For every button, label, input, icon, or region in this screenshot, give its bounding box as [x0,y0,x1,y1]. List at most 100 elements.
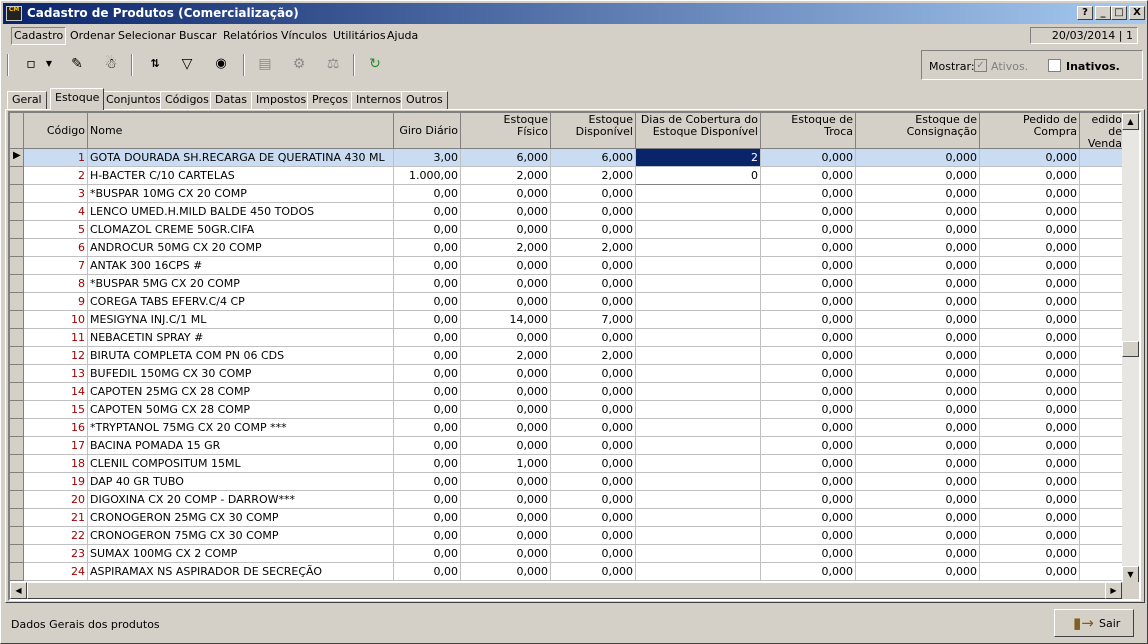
products-grid[interactable]: Código Nome Giro Diário Estoque Físico Estoq… [8,111,1141,601]
delete-icon[interactable]: ☃ [99,53,123,75]
value-cell[interactable]: 0,000 [856,311,980,329]
value-cell[interactable]: 0,00 [394,473,461,491]
value-cell[interactable]: 0,00 [394,239,461,257]
value-cell[interactable]: 0,00 [394,329,461,347]
table-row[interactable]: 11 NEBACETIN SPRAY #0,00 0,000 0,000 0,000 0,… [10,329,1125,347]
value-cell[interactable]: 0,000 [856,347,980,365]
value-cell[interactable] [636,455,761,473]
value-cell[interactable]: 0,000 [856,509,980,527]
table-row[interactable]: 6 ANDROCUR 50MG CX 20 COMP 0,00 2,000 2,000 0… [10,239,1125,257]
value-cell[interactable]: 0,000 [980,167,1080,185]
dropdown-arrow-icon[interactable]: ▼ [43,53,55,75]
product-code-cell[interactable]: 23 [24,545,88,563]
value-cell[interactable]: 0,000 [461,365,551,383]
table-row[interactable]: 2 H-BACTER C/10 CARTELAS 1.000,00 2,000 2,00… [10,167,1125,185]
value-cell[interactable] [1080,167,1125,185]
close-button[interactable]: X [1129,6,1145,20]
product-code-cell[interactable]: 3 [24,185,88,203]
table-row[interactable]: 9 COREGA TABS EFERV.C/4 CP 0,00 0,000 0,000 0… [10,293,1125,311]
value-cell[interactable] [1080,185,1125,203]
title-bar[interactable]: CM Cadastro de Produtos (Comercialização… [3,3,1146,24]
product-name-cell[interactable]: DAP 40 GR TUBO [88,473,394,491]
vertical-scrollbar[interactable]: ▲ ▼ [1122,113,1139,583]
value-cell[interactable]: 0,000 [761,275,856,293]
value-cell[interactable]: 0,000 [461,545,551,563]
vertical-scroll-thumb[interactable] [1122,341,1139,357]
value-cell[interactable] [636,401,761,419]
value-cell[interactable]: 0,000 [856,275,980,293]
menu-ordenar[interactable]: Ordenar [70,29,115,42]
value-cell[interactable]: 0,000 [551,383,636,401]
value-cell[interactable]: 2,000 [461,347,551,365]
value-cell[interactable]: 0,000 [461,203,551,221]
value-cell[interactable]: 0,00 [394,203,461,221]
table-row[interactable]: 19 DAP 40 GR TUBO 0,00 0,000 0,000 0,000 0,000… [10,473,1125,491]
value-cell[interactable] [1080,239,1125,257]
sort-az-icon[interactable]: ⇅ [143,53,167,75]
value-cell[interactable] [1080,545,1125,563]
product-code-cell[interactable]: 1 [24,149,88,167]
value-cell[interactable]: 2,000 [461,239,551,257]
product-name-cell[interactable]: ANTAK 300 16CPS # [88,257,394,275]
value-cell[interactable]: 0,000 [761,329,856,347]
value-cell[interactable]: 0,000 [761,149,856,167]
value-cell[interactable]: 7,000 [551,311,636,329]
table-row[interactable]: 20 DIGOXINA CX 20 COMP - DARROW*** 0,00 0,0… [10,491,1125,509]
value-cell[interactable]: 0,000 [551,275,636,293]
table-row[interactable]: 14 CAPOTEN 25MG CX 28 COMP 0,00 0,000 0,000 0… [10,383,1125,401]
product-name-cell[interactable]: CRONOGERON 25MG CX 30 COMP [88,509,394,527]
value-cell[interactable]: 0,000 [980,293,1080,311]
tab-precos[interactable]: Preços [307,91,353,109]
column-header[interactable]: Nome [88,113,394,149]
help-button[interactable]: ? [1077,6,1093,20]
value-cell[interactable]: 0,000 [461,383,551,401]
value-cell[interactable]: 0,000 [761,527,856,545]
value-cell[interactable] [1080,455,1125,473]
table-row[interactable]: 8 *BUSPAR 5MG CX 20 COMP 0,00 0,000 0,000 0,0… [10,275,1125,293]
value-cell[interactable] [636,347,761,365]
product-name-cell[interactable]: ASPIRAMAX NS ASPIRADOR DE SECREÇÃO [88,563,394,581]
value-cell[interactable]: 0,000 [551,401,636,419]
value-cell[interactable] [636,437,761,455]
value-cell[interactable]: 0,00 [394,509,461,527]
product-name-cell[interactable]: *BUSPAR 5MG CX 20 COMP [88,275,394,293]
value-cell[interactable] [1080,221,1125,239]
column-header[interactable]: Giro Diário [394,113,461,149]
value-cell[interactable]: 0,000 [761,563,856,581]
column-header[interactable]: Dias de Cobertura do Estoque Disponível [636,113,761,149]
product-code-cell[interactable]: 18 [24,455,88,473]
product-code-cell[interactable]: 13 [24,365,88,383]
table-row[interactable]: 3 *BUSPAR 10MG CX 20 COMP 0,00 0,000 0,000 0,… [10,185,1125,203]
menu-relatorios[interactable]: Relatórios [223,29,278,42]
value-cell[interactable]: 0,000 [856,491,980,509]
value-cell[interactable]: 0,00 [394,455,461,473]
value-cell[interactable]: 0,000 [551,545,636,563]
value-cell[interactable]: 0,000 [461,509,551,527]
value-cell[interactable]: 0,000 [980,203,1080,221]
product-name-cell[interactable]: BACINA POMADA 15 GR [88,437,394,455]
value-cell[interactable]: 0,000 [856,149,980,167]
value-cell[interactable] [636,419,761,437]
menu-buscar[interactable]: Buscar [179,29,217,42]
value-cell[interactable] [1080,347,1125,365]
product-code-cell[interactable]: 14 [24,383,88,401]
value-cell[interactable]: 0,000 [761,221,856,239]
value-cell[interactable]: 0,000 [856,185,980,203]
value-cell[interactable]: 0,000 [980,149,1080,167]
value-cell[interactable]: 0,000 [856,365,980,383]
value-cell[interactable] [1080,311,1125,329]
scroll-down-icon[interactable]: ▼ [1122,566,1139,583]
value-cell[interactable] [1080,473,1125,491]
value-cell[interactable] [1080,365,1125,383]
value-cell[interactable]: 0,000 [980,311,1080,329]
value-cell[interactable]: 0,000 [980,401,1080,419]
value-cell[interactable]: 0,000 [856,221,980,239]
value-cell[interactable]: 0,000 [761,509,856,527]
tab-codigos[interactable]: Códigos [160,91,214,109]
table-row[interactable]: 23 SUMAX 100MG CX 2 COMP 0,00 0,000 0,000 0,0… [10,545,1125,563]
product-code-cell[interactable]: 24 [24,563,88,581]
value-cell[interactable]: 0,000 [551,419,636,437]
product-code-cell[interactable]: 10 [24,311,88,329]
value-cell[interactable]: 0,000 [856,455,980,473]
value-cell[interactable]: 0,00 [394,383,461,401]
